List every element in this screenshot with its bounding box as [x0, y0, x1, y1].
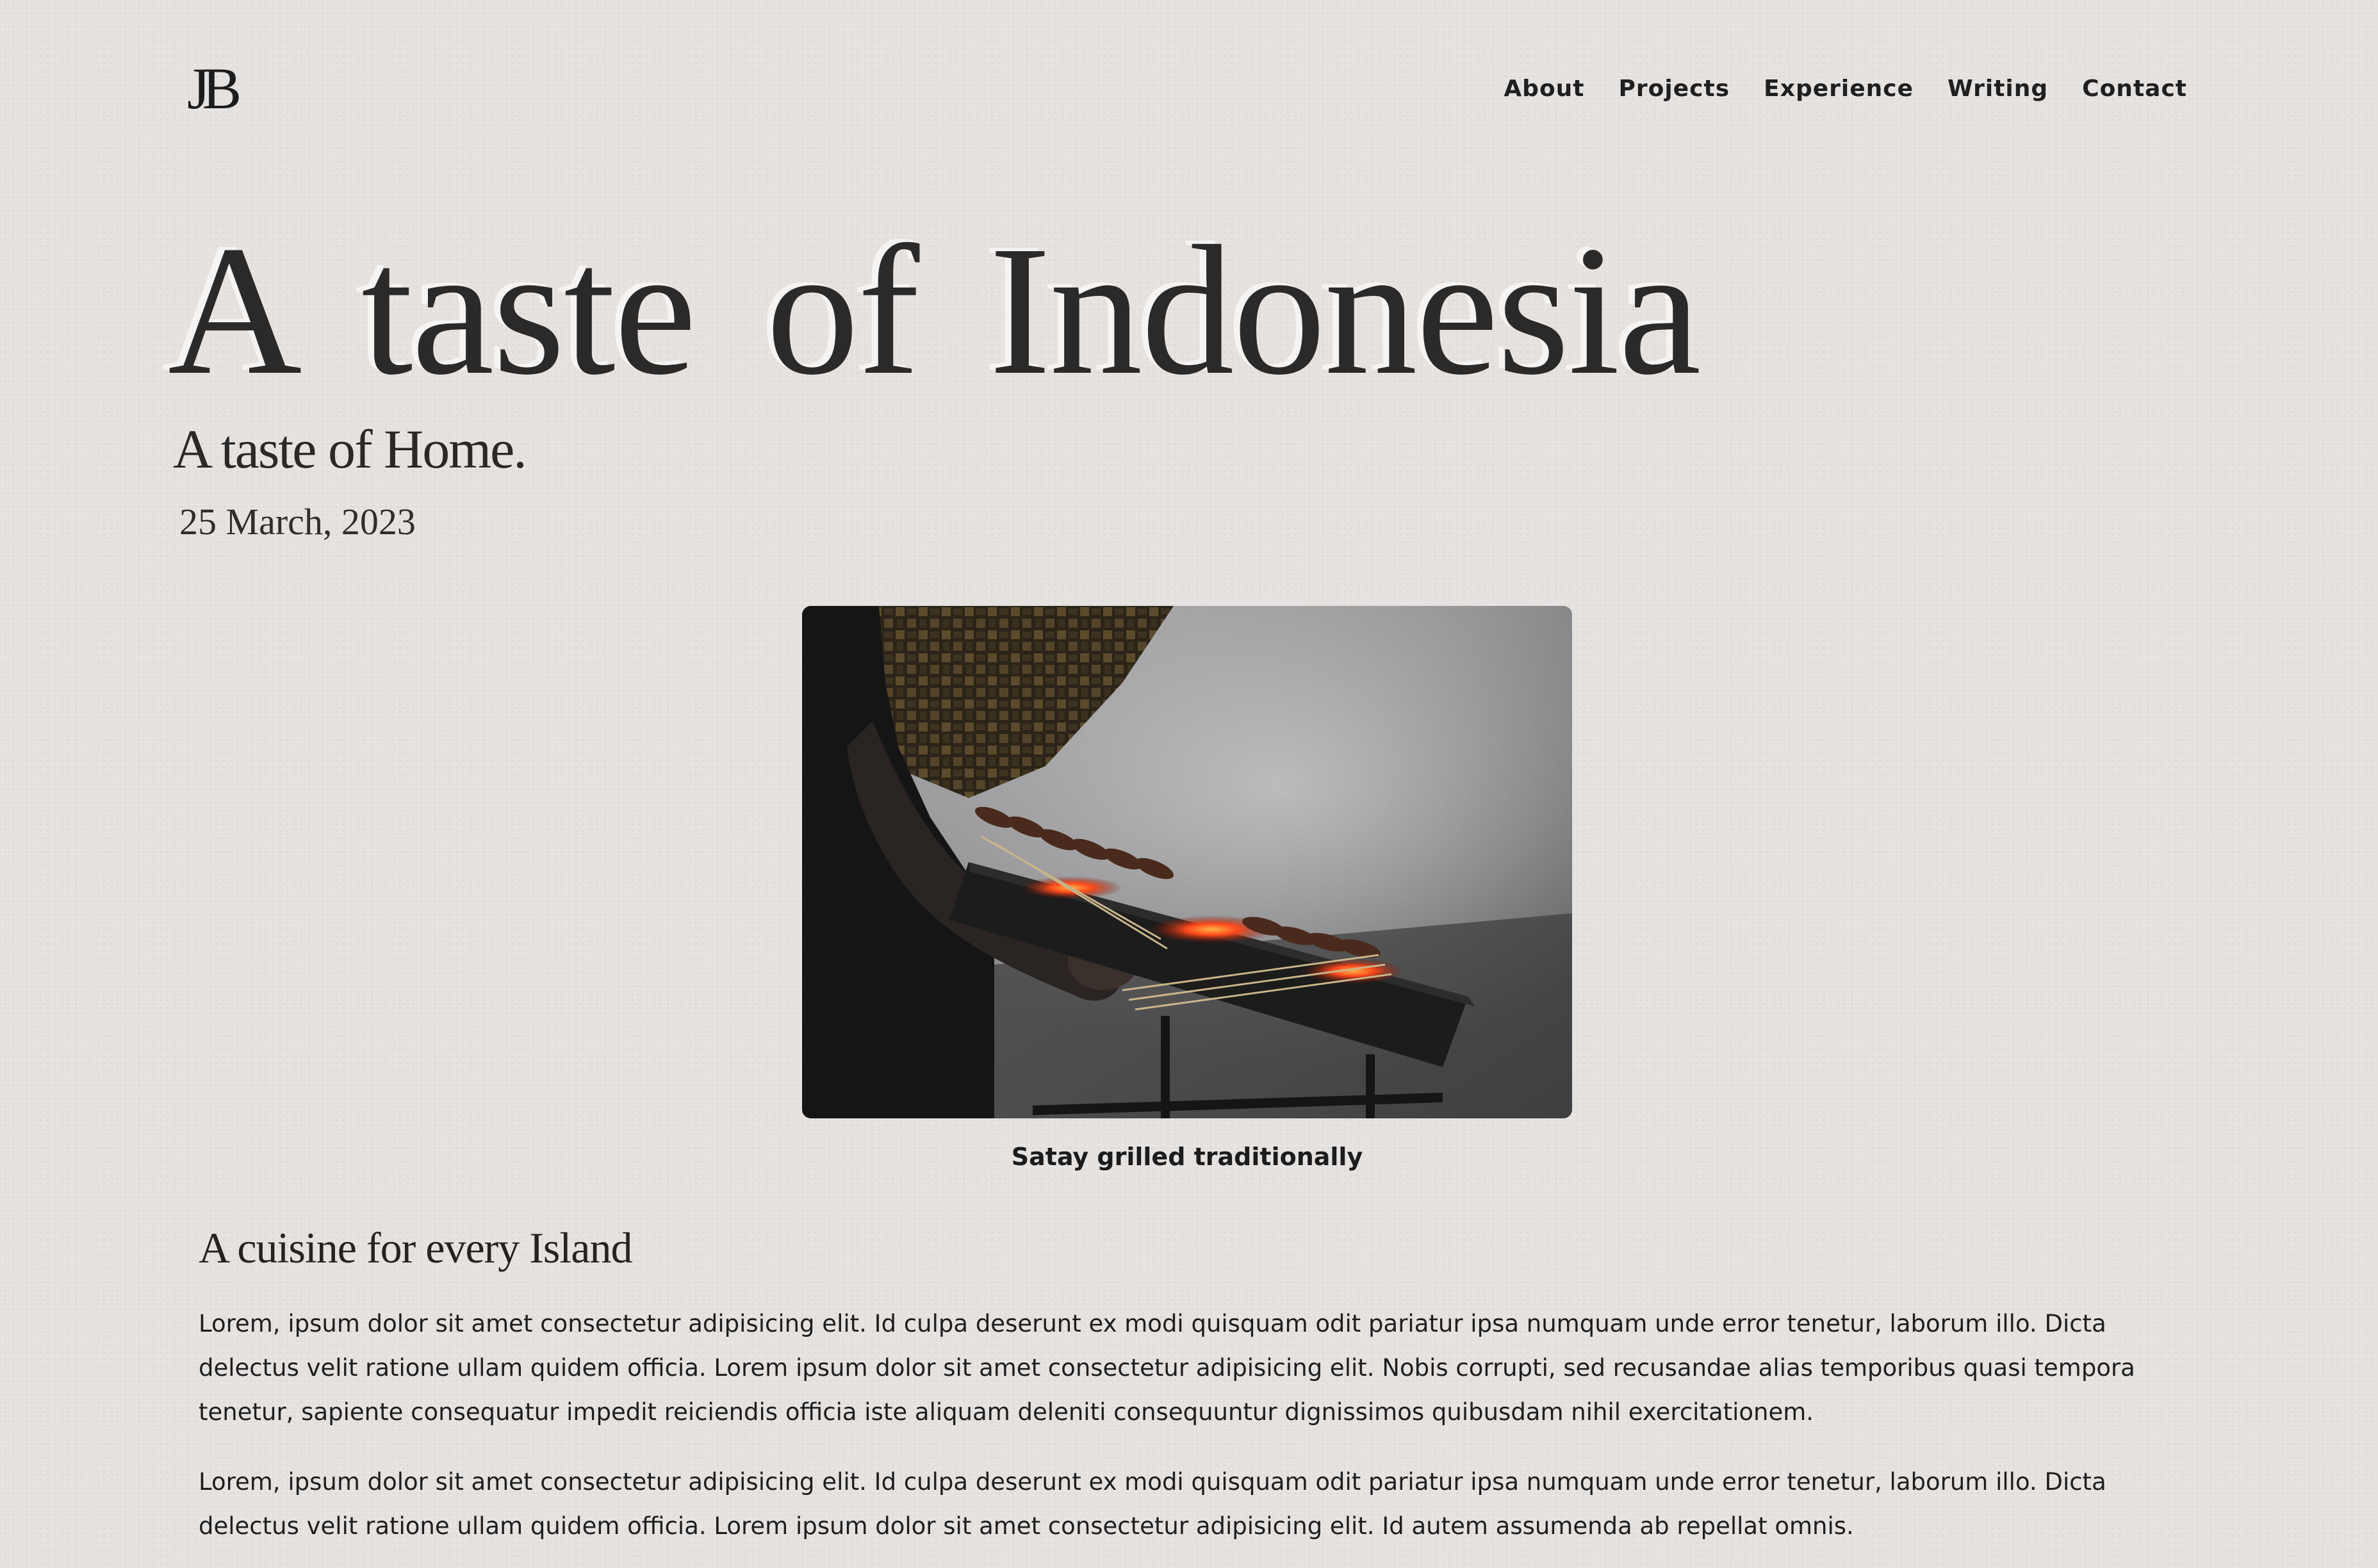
nav-link-contact[interactable]: Contact — [2082, 76, 2187, 102]
nav-link-writing[interactable]: Writing — [1948, 76, 2048, 102]
site-logo[interactable]: JB — [187, 59, 242, 118]
nav-link-projects[interactable]: Projects — [1619, 76, 1730, 102]
nav-link-about[interactable]: About — [1504, 76, 1584, 102]
satay-grill-illustration — [802, 606, 1572, 1118]
section-heading: A cuisine for every Island — [199, 1223, 632, 1272]
nav-link-experience[interactable]: Experience — [1764, 76, 1914, 102]
page-title: A taste of Indonesia — [168, 208, 1701, 413]
article-paragraph: Lorem, ipsum dolor sit amet consectetur … — [199, 1468, 2106, 1540]
satay-grill-photo — [802, 606, 1572, 1118]
page-subtitle: A taste of Home. — [173, 418, 527, 480]
figure-caption: Satay grilled traditionally — [1011, 1143, 1363, 1171]
main-nav: About Projects Experience Writing Contac… — [1504, 76, 2187, 102]
article-paragraph: Lorem, ipsum dolor sit amet consectetur … — [199, 1310, 2135, 1426]
post-date: 25 March, 2023 — [179, 501, 416, 543]
